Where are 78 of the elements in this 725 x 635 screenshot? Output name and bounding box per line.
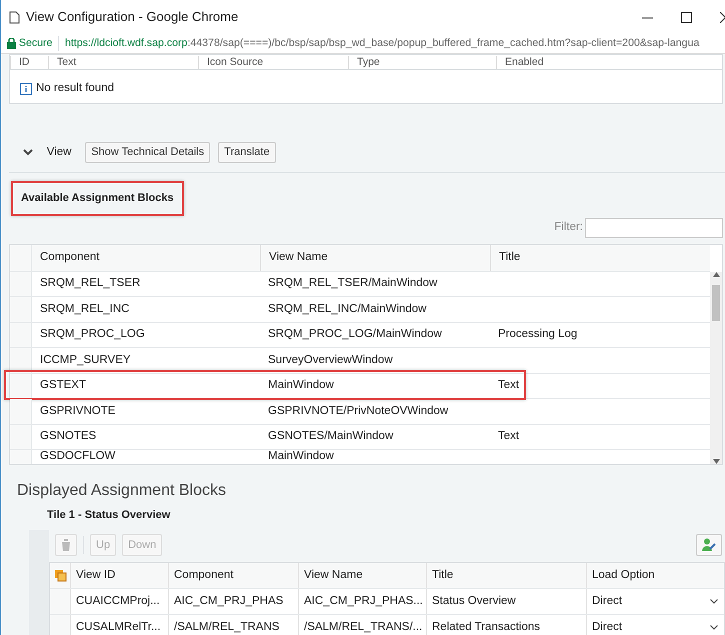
- table-cell: AIC_CM_PRJ_PHAS: [168, 589, 298, 614]
- url-text[interactable]: https://ldcioft.wdf.sap.corp:44378/sap(====)/bc/bsp/sap/bsp_wd_base/popup_buffered_frame_cached.htm?sap-client=200&sap-langua: [64, 36, 700, 52]
- table-cell: /SALM/REL_TRANS/...: [298, 615, 426, 635]
- table-row[interactable]: GSPRIVNOTE GSPRIVNOTE/PrivNoteOVWindow: [10, 399, 710, 424]
- column-header: Enabled: [496, 56, 644, 68]
- table-cell-text: GSTEXT: [39, 378, 88, 394]
- message-text: No result found: [36, 81, 114, 96]
- person-wrench-icon: [702, 538, 716, 552]
- table-row[interactable]: SRQM_PROC_LOG SRQM_PROC_LOG/MainWindow Processing Log: [10, 322, 710, 348]
- tile-title: Tile 1 - Status Overview: [47, 508, 172, 523]
- column-header: ID: [10, 56, 48, 68]
- section-heading: Displayed Assignment Blocks: [17, 481, 227, 501]
- delete-button[interactable]: [55, 534, 77, 556]
- table-row[interactable]: SRQM_REL_TSER SRQM_REL_TSER/MainWindow: [10, 272, 710, 297]
- table-cell: AIC_CM_PRJ_PHAS...: [298, 589, 426, 614]
- table-row[interactable]: ICCMP_SURVEY SurveyOverviewWindow: [10, 348, 710, 374]
- table-cell-text: GSNOTES: [39, 429, 98, 444]
- table-cell-text: SRQM_REL_TSER: [39, 276, 142, 292]
- column-header: Component: [168, 563, 298, 588]
- page-icon: [9, 10, 20, 24]
- table-cell-text: SRQM_REL_INC: [39, 302, 130, 317]
- dropdown[interactable]: Direct: [586, 589, 724, 614]
- table-cell-text: SRQM_REL_INC/MainWindow: [267, 302, 428, 317]
- column-header: Load Option: [586, 563, 724, 588]
- trash-icon: [61, 538, 71, 551]
- column-header: View Name: [260, 244, 490, 270]
- table-cell: Status Overview: [426, 589, 586, 614]
- table-cell-text: SurveyOverviewWindow: [267, 352, 394, 368]
- chevron-down-icon[interactable]: [23, 149, 33, 156]
- row-selector[interactable]: [10, 348, 32, 372]
- toolbar-button[interactable]: Translate: [218, 142, 276, 163]
- section-heading: Available Assignment Blocks: [11, 181, 184, 216]
- table-cell-text: SRQM_PROC_LOG: [39, 327, 146, 342]
- scroll-up-icon[interactable]: [712, 272, 720, 276]
- section-label: View: [46, 144, 72, 160]
- table-cell-text: Processing Log: [497, 327, 578, 342]
- window-title: View Configuration - Google Chrome: [26, 8, 238, 26]
- chevron-down-icon: [710, 625, 718, 630]
- security-label: Secure: [18, 36, 60, 52]
- lock-icon: [7, 38, 16, 49]
- table-cell: /SALM/REL_TRANS: [168, 615, 298, 635]
- column-header: View Name: [298, 563, 426, 588]
- table-cell-text: GSNOTES/MainWindow: [267, 429, 394, 444]
- table-cell-text: GSPRIVNOTE/PrivNoteOVWindow: [267, 404, 450, 419]
- table-cell-text: GSDOCFLOW: [39, 449, 116, 464]
- table-cell: Related Transactions: [426, 615, 586, 635]
- scroll-down-icon[interactable]: [712, 459, 720, 464]
- table-cell: CUAICCMProj...: [70, 589, 168, 614]
- table-cell-text: GSPRIVNOTE: [39, 404, 116, 419]
- chevron-down-icon: [710, 599, 718, 604]
- table-row[interactable]: SRQM_REL_INC SRQM_REL_INC/MainWindow: [10, 297, 710, 322]
- column-header: Icon Source: [198, 56, 348, 68]
- column-header: Title: [426, 563, 586, 588]
- table-cell-text: MainWindow: [267, 378, 335, 394]
- column-header: Component: [39, 250, 100, 265]
- column-header: View ID: [70, 563, 168, 588]
- table-row[interactable]: GSNOTES GSNOTES/MainWindow Text: [10, 424, 710, 450]
- dropdown[interactable]: Direct: [586, 615, 724, 635]
- filter-field[interactable]: [585, 218, 723, 238]
- maximize-icon[interactable]: [681, 12, 692, 22]
- scrollbar-thumb[interactable]: [712, 284, 720, 320]
- personalize-button[interactable]: [696, 534, 722, 556]
- filter-label: Filter:: [554, 220, 583, 235]
- table-cell-text: SRQM_PROC_LOG/MainWindow: [267, 327, 443, 342]
- toolbar-button[interactable]: Show Technical Details: [85, 142, 210, 163]
- table-cell-text: Text: [497, 378, 520, 394]
- table-cell: CUSALMRelTr...: [70, 615, 168, 635]
- table-row[interactable]: GSTEXT MainWindow Text: [10, 374, 710, 399]
- table-cell-text: MainWindow: [267, 449, 335, 464]
- column-header: Text: [48, 56, 198, 68]
- table-cell-text: Text: [497, 429, 520, 444]
- select-all-icon[interactable]: [55, 570, 67, 582]
- table-cell-text: ICCMP_SURVEY: [39, 352, 132, 368]
- table-cell-text: SRQM_REL_TSER/MainWindow: [267, 276, 438, 292]
- column-header: Type: [348, 56, 496, 68]
- info-icon: [20, 82, 32, 95]
- table-row[interactable]: GSDOCFLOW MainWindow: [10, 450, 710, 464]
- column-header: Title: [490, 244, 710, 270]
